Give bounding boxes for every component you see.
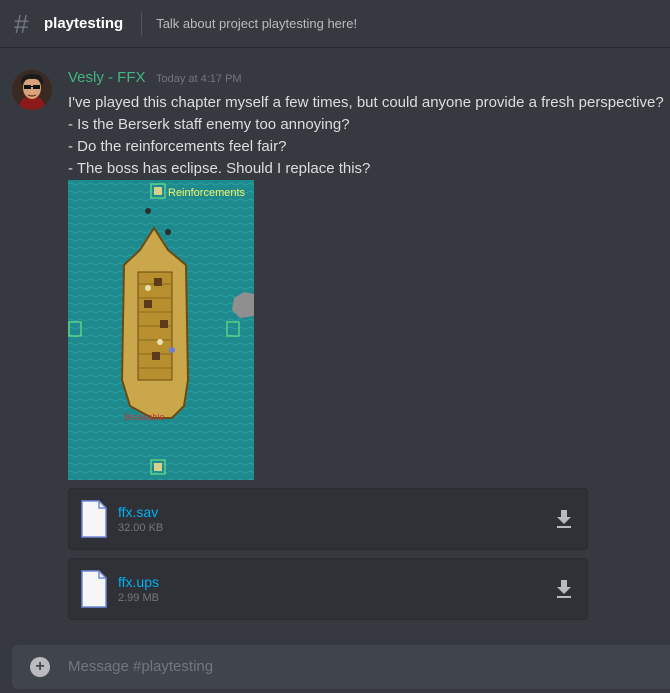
file-name-link[interactable]: ffx.ups (118, 574, 159, 590)
message-composer[interactable]: + Message #playtesting (12, 645, 670, 689)
reinforcements-label: Reinforcements (168, 187, 246, 199)
channel-topic: Talk about project playtesting here! (156, 16, 358, 31)
channel-header: # playtesting Talk about project playtes… (0, 0, 670, 48)
message-input-placeholder[interactable]: Message #playtesting (68, 658, 213, 675)
file-attachment: ffx.ups 2.99 MB (68, 558, 588, 620)
file-name-link[interactable]: ffx.sav (118, 504, 158, 520)
download-icon[interactable] (555, 579, 573, 599)
file-size: 32.00 KB (118, 522, 164, 534)
message-timestamp: Today at 4:17 PM (155, 73, 242, 85)
message-line: I've played this chapter myself a few ti… (68, 94, 664, 111)
download-icon[interactable] (555, 509, 573, 529)
message-line: - Do the reinforcements feel fair? (68, 138, 287, 155)
file-attachment: ffx.sav 32.00 KB (68, 488, 588, 550)
avatar-image (12, 70, 52, 110)
map-image-canvas: Reinforcements Breakable (68, 180, 254, 480)
file-icon (81, 500, 107, 538)
breakable-label: Breakable (124, 412, 165, 422)
file-icon (81, 570, 107, 608)
channel-name: playtesting (44, 15, 124, 32)
upload-plus-icon[interactable]: + (30, 657, 50, 677)
header-divider (141, 11, 143, 36)
map-screenshot-image[interactable]: Reinforcements Breakable (68, 180, 254, 480)
message-author[interactable]: Vesly - FFX (68, 69, 146, 86)
avatar[interactable] (12, 70, 52, 110)
channel-hash-icon: # (14, 8, 29, 39)
message-line: - Is the Berserk staff enemy too annoyin… (68, 116, 350, 133)
message-content: I've played this chapter myself a few ti… (68, 92, 668, 180)
file-size: 2.99 MB (118, 592, 159, 604)
message-line: - The boss has eclipse. Should I replace… (68, 160, 371, 177)
